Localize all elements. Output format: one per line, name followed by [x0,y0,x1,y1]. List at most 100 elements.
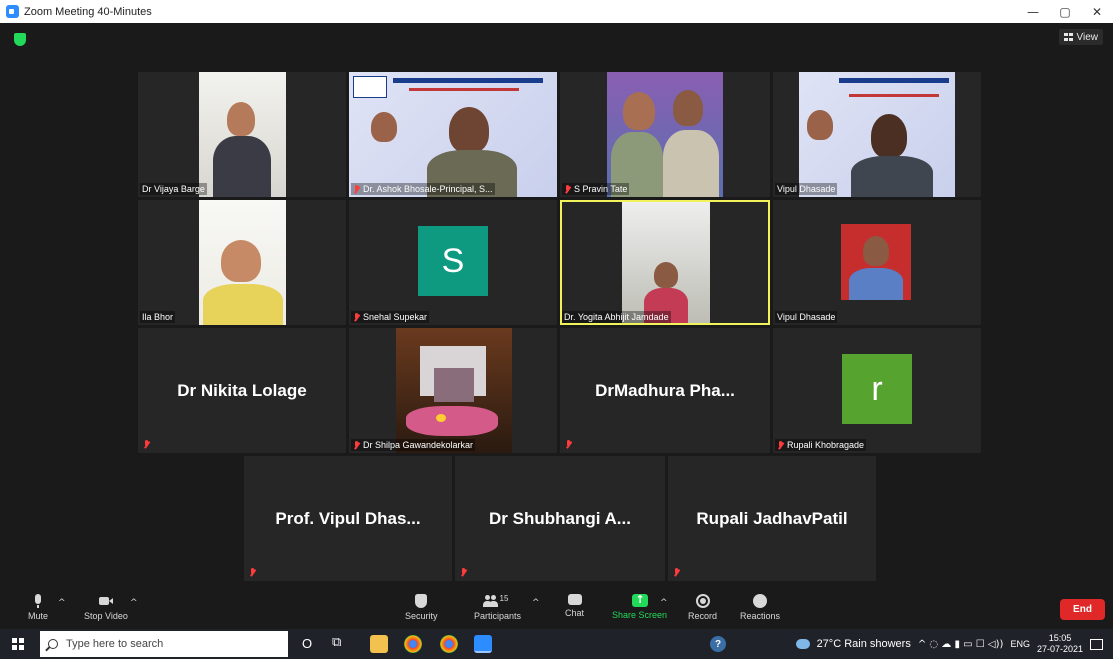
name-tile[interactable]: Dr Nikita Lolage [138,328,346,453]
chat-label: Chat [565,608,585,618]
view-button[interactable]: View [1058,29,1103,45]
muted-mic-icon [353,440,360,450]
participant-name-label: Dr. Yogita Abhijit Jamdade [562,311,671,323]
tray-icons[interactable]: ^ ◌ ☁ ▮ ▭ ☐ ◁)) [918,639,1004,650]
participant-display-name: Rupali JadhavPatil [696,508,848,528]
title-bar: Zoom Meeting 40-Minutes — ▢ ✕ [0,0,1113,23]
mute-button[interactable]: Mute [28,594,48,621]
participants-count: 15 [499,594,509,603]
participant-avatar: S [418,226,488,296]
participant-video [841,224,911,300]
encryption-shield-icon[interactable] [14,33,26,46]
participants-button[interactable]: 15 Participants [474,594,521,621]
participant-name-label: Vipul Dhasade [775,183,838,195]
reactions-label: Reactions [740,611,781,621]
record-label: Record [688,611,718,621]
window-controls: — ▢ ✕ [1017,0,1113,23]
name-tile[interactable]: Dr Shubhangi A... [455,456,665,581]
notifications-icon[interactable] [1090,638,1103,650]
cortana-icon[interactable]: O [302,636,312,651]
stop-video-label: Stop Video [84,611,128,621]
clock[interactable]: 15:05 27-07-2021 [1037,633,1083,655]
search-placeholder: Type here to search [66,638,164,650]
video-options-caret-icon[interactable]: ^ [130,598,138,608]
maximize-button[interactable]: ▢ [1049,0,1081,23]
camera-icon [98,594,113,608]
end-meeting-button[interactable]: End [1060,599,1105,620]
microphone-icon [31,594,45,608]
close-button[interactable]: ✕ [1081,0,1113,23]
taskbar-search-box[interactable]: Type here to search [40,631,288,657]
stop-video-button[interactable]: Stop Video [84,594,128,621]
muted-mic-icon [565,440,572,449]
help-icon[interactable]: ? [710,636,726,652]
weather-text[interactable]: 27°C Rain showers [817,638,911,650]
participant-display-name: Dr Shubhangi A... [489,508,631,528]
participant-display-name: DrMadhura Pha... [595,380,735,400]
participant-name-label: Rupali Khobragade [775,439,867,451]
window-title: Zoom Meeting 40-Minutes [24,5,152,18]
chrome-icon-2[interactable] [440,635,458,653]
zoom-taskbar-icon[interactable] [474,635,492,653]
video-tile[interactable]: Vipul Dhasade [773,200,981,325]
participant-name-label: S Pravin Tate [562,183,630,195]
chat-button[interactable]: Chat [565,594,584,618]
record-button[interactable]: Record [688,594,717,621]
muted-mic-icon [143,440,150,449]
muted-mic-icon [673,568,680,577]
participant-video [349,72,557,197]
muted-mic-icon [353,312,360,322]
weather-icon [795,639,810,649]
video-tile[interactable]: Dr Vijaya Barge [138,72,346,197]
participant-video [607,72,723,197]
security-label: Security [405,611,438,621]
chrome-icon[interactable] [404,635,422,653]
search-icon [48,639,58,649]
name-tile[interactable]: DrMadhura Pha... [560,328,770,453]
video-tile[interactable]: Dr. Ashok Bhosale-Principal, S... [349,72,557,197]
task-view-icon[interactable]: ⧉ [332,635,341,650]
audio-options-caret-icon[interactable]: ^ [58,598,66,608]
name-tile[interactable]: Prof. Vipul Dhas... [244,456,452,581]
participant-video [396,328,512,453]
reactions-button[interactable]: Reactions [740,594,780,621]
windows-taskbar: Type here to search O ⧉ ? 27°C Rain show… [0,629,1113,659]
participants-label: Participants [474,611,522,621]
grid-view-icon [1063,33,1073,41]
participant-avatar: r [842,354,912,424]
video-tile[interactable]: Vipul Dhasade [773,72,981,197]
participants-options-caret-icon[interactable]: ^ [532,598,540,608]
zoom-logo-icon [6,5,19,18]
muted-mic-icon [777,440,784,450]
participant-video [622,202,710,323]
chat-bubble-icon [567,594,582,605]
meeting-area: View Dr Vijaya Barge Dr. Ashok Bhosale-P… [0,23,1113,590]
muted-mic-icon [460,568,467,577]
active-speaker-tile[interactable]: Dr. Yogita Abhijit Jamdade [560,200,770,325]
muted-mic-icon [249,568,256,577]
security-shield-icon [415,594,428,608]
muted-mic-icon [353,184,360,194]
video-tile[interactable]: Ila Bhor [138,200,346,325]
security-button[interactable]: Security [405,594,438,621]
video-tile[interactable]: Dr Shilpa Gawandekolarkar [349,328,557,453]
share-screen-button[interactable]: Share Screen [612,593,668,620]
participant-name-label: Dr. Ashok Bhosale-Principal, S... [351,183,495,195]
participant-video [199,72,286,197]
avatar-tile[interactable]: S Snehal Supekar [349,200,557,325]
windows-start-icon[interactable] [12,638,24,650]
share-screen-label: Share Screen [612,610,668,620]
participants-icon: 15 [482,594,513,608]
avatar-tile[interactable]: r Rupali Khobragade [773,328,981,453]
participant-name-label: Dr Vijaya Barge [140,183,207,195]
share-screen-icon [631,593,648,607]
language-indicator[interactable]: ENG [1010,639,1030,649]
minimize-button[interactable]: — [1017,0,1049,23]
name-tile[interactable]: Rupali JadhavPatil [668,456,876,581]
participant-display-name: Prof. Vipul Dhas... [275,508,421,528]
share-options-caret-icon[interactable]: ^ [660,598,668,608]
participant-video [199,200,286,325]
view-button-label: View [1076,31,1099,43]
file-explorer-icon[interactable] [370,635,388,653]
video-tile[interactable]: S Pravin Tate [560,72,770,197]
